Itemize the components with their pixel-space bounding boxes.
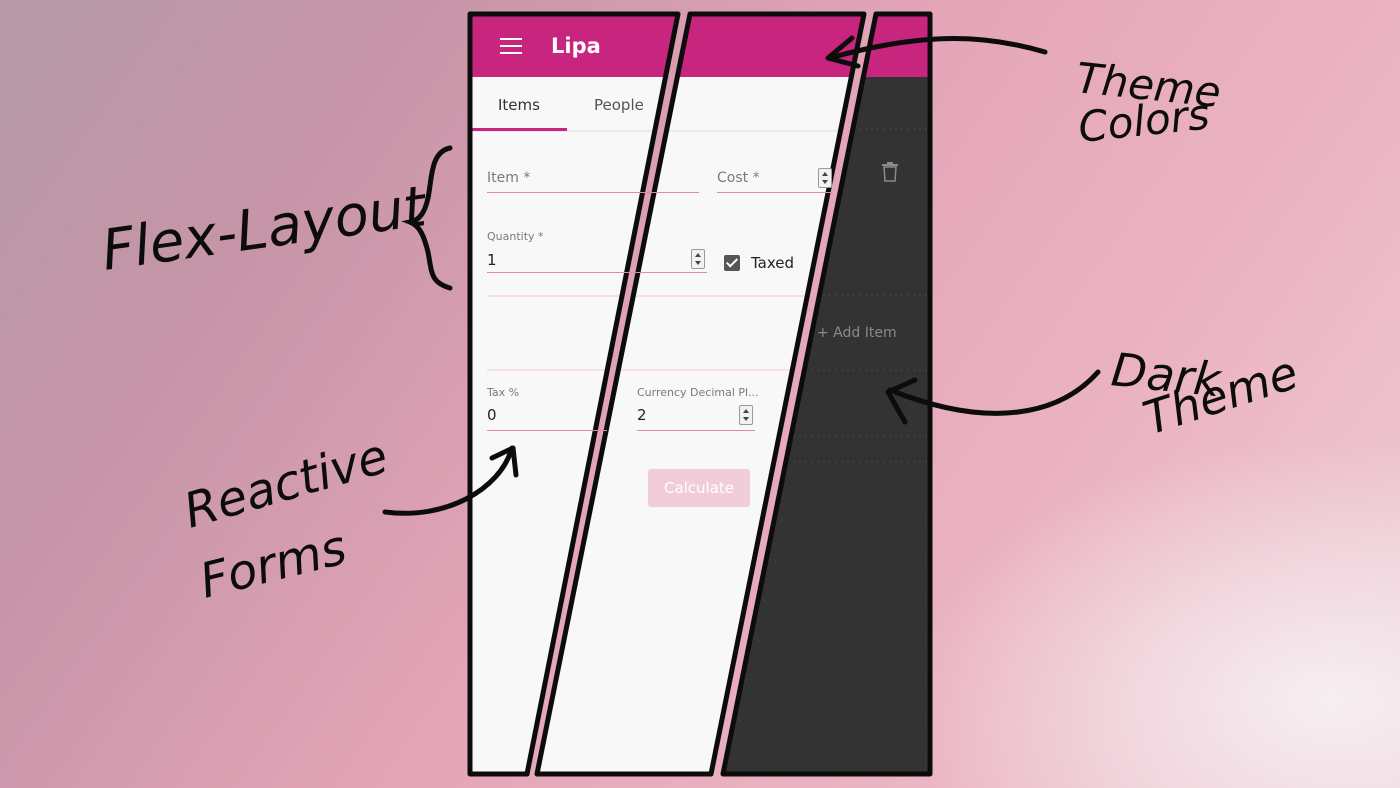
currency-field-label: Currency Decimal Pl... bbox=[637, 386, 759, 399]
cost-field-label: Cost * bbox=[717, 170, 760, 186]
active-tab-indicator bbox=[471, 128, 567, 131]
item-field-label: Item * bbox=[487, 170, 531, 186]
tax-field-label: Tax % bbox=[487, 386, 520, 399]
tax-underline bbox=[487, 430, 607, 431]
annotation-reactive-forms-2: Forms bbox=[194, 519, 352, 609]
quantity-input[interactable]: 1 bbox=[487, 251, 497, 269]
taxed-label: Taxed bbox=[751, 254, 795, 272]
add-item-button[interactable]: + Add Item bbox=[817, 325, 897, 341]
theme-colors-arrow bbox=[827, 36, 1048, 61]
menu-icon[interactable] bbox=[500, 38, 522, 54]
calculate-button[interactable]: Calculate bbox=[648, 469, 750, 507]
currency-stepper[interactable] bbox=[739, 405, 753, 425]
quantity-field-label: Quantity * bbox=[487, 230, 544, 243]
tab-people[interactable]: People bbox=[594, 96, 644, 114]
annotation-flex-layout: Flex-Layout bbox=[98, 174, 432, 284]
flex-brace bbox=[401, 145, 453, 291]
currency-underline bbox=[637, 430, 755, 431]
tax-input[interactable]: 0 bbox=[487, 406, 497, 424]
trash-icon[interactable] bbox=[882, 162, 898, 182]
taxed-checkbox[interactable] bbox=[724, 255, 740, 271]
cost-field[interactable] bbox=[717, 192, 832, 193]
tab-items[interactable]: Items bbox=[498, 96, 540, 114]
currency-input[interactable]: 2 bbox=[637, 406, 647, 424]
cost-stepper[interactable] bbox=[818, 168, 832, 188]
annotation-reactive-forms-1: Reactive bbox=[178, 428, 394, 539]
item-field[interactable] bbox=[487, 192, 699, 193]
quantity-stepper[interactable] bbox=[691, 249, 705, 269]
quantity-underline bbox=[487, 272, 707, 273]
app-title: Lipa bbox=[551, 34, 601, 58]
